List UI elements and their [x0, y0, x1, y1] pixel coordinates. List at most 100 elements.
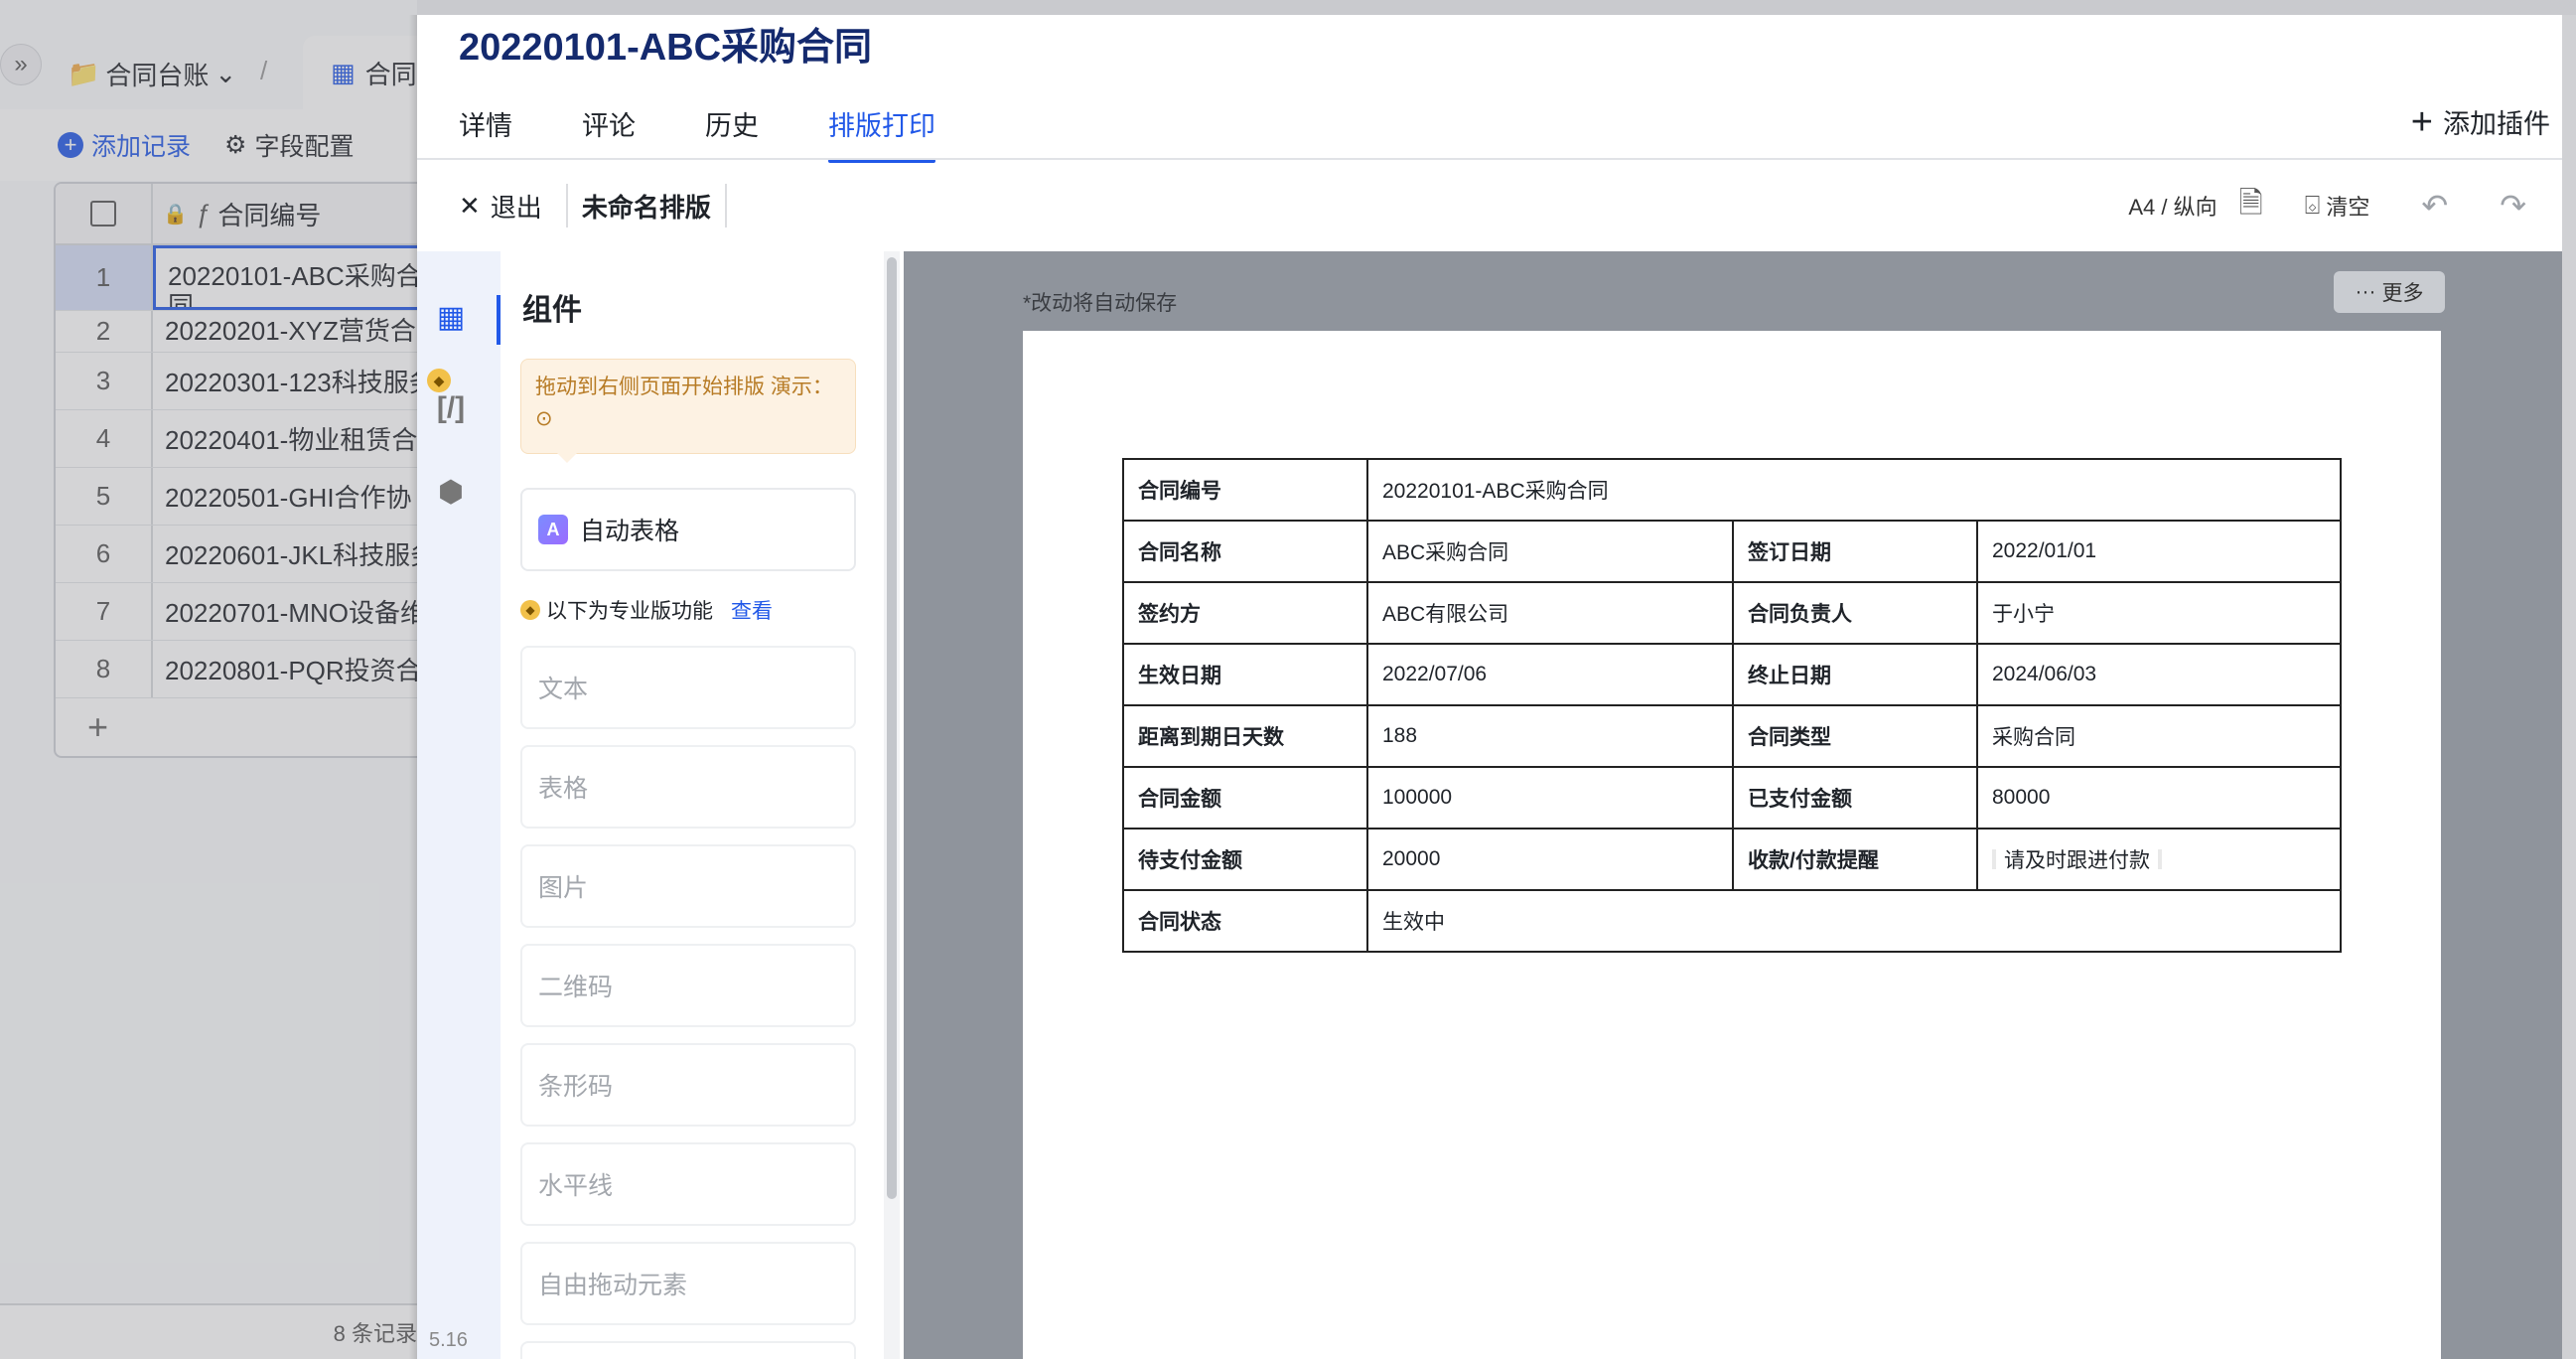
- more-label: 更多: [2381, 282, 2424, 305]
- version-label: 5.16: [429, 1329, 468, 1351]
- exit-label: 退出: [490, 192, 542, 223]
- components-scrollbar[interactable]: [884, 251, 900, 1359]
- pro-badge-icon: ◆: [520, 600, 540, 620]
- redo-icon[interactable]: ↷: [2500, 187, 2526, 225]
- component-free-drag[interactable]: 自由拖动元素: [520, 1242, 856, 1325]
- layout-toolbar: ✕ 退出 未命名排版 A4 / 纵向 🗎 ⌺ 清空 ↶ ↷: [417, 160, 2562, 251]
- table-row: 合同编号 20220101-ABC采购合同: [1122, 458, 2342, 522]
- drag-tip: 拖动到右侧页面开始排版 演示： ⊙: [520, 359, 856, 463]
- field-label: 合同编号: [1122, 458, 1368, 522]
- play-icon[interactable]: ⊙: [535, 407, 553, 430]
- contract-table[interactable]: 合同编号 20220101-ABC采购合同 合同名称 ABC采购合同 签订日期 …: [1122, 458, 2342, 953]
- plus-icon: +: [2410, 100, 2433, 143]
- field-value: ABC有限公司: [1366, 581, 1734, 645]
- paper-size-selector[interactable]: A4 / 纵向: [2128, 190, 2217, 222]
- toolbar-right: A4 / 纵向 🗎 ⌺ 清空 ↶ ↷: [2128, 160, 2526, 251]
- clear-button[interactable]: ⌺ 清空: [2305, 190, 2370, 222]
- tab-details[interactable]: 详情: [459, 92, 512, 163]
- field-label: 待支付金额: [1122, 828, 1368, 891]
- drag-tip-text: 拖动到右侧页面开始排版 演示：: [535, 376, 833, 398]
- field-label: 签约方: [1122, 581, 1368, 645]
- field-value: ABC采购合同: [1366, 520, 1734, 583]
- modal-shadow: [409, 15, 417, 1359]
- exit-button[interactable]: ✕ 退出: [459, 188, 542, 225]
- component-next[interactable]: [520, 1341, 856, 1359]
- modal-tabs: 详情 评论 历史 排版打印: [459, 92, 1005, 163]
- page-settings-icon[interactable]: 🗎: [2239, 181, 2263, 231]
- pro-notice: ◆ 以下为专业版功能 查看: [520, 595, 773, 625]
- modal-top-strip: [417, 0, 2576, 15]
- table-row: 合同名称 ABC采购合同 签订日期 2022/01/01: [1122, 520, 2342, 583]
- field-value: 100000: [1366, 766, 1734, 830]
- reminder-text: 请及时跟进付款: [2004, 848, 2150, 872]
- field-label: 合同名称: [1122, 520, 1368, 583]
- pro-view-link[interactable]: 查看: [731, 595, 773, 625]
- auto-table-component[interactable]: A 自动表格: [520, 488, 856, 571]
- field-label: 签订日期: [1732, 520, 1978, 583]
- field-value: 20220101-ABC采购合同: [1366, 458, 2342, 522]
- field-label: 距离到期日天数: [1122, 704, 1368, 768]
- clear-label: 清空: [2326, 195, 2370, 220]
- component-table[interactable]: 表格: [520, 745, 856, 829]
- field-label: 合同类型: [1732, 704, 1978, 768]
- reminder-tag: 请及时跟进付款: [1992, 844, 2162, 874]
- undo-icon[interactable]: ↶: [2421, 187, 2448, 225]
- field-label: 合同金额: [1122, 766, 1368, 830]
- print-page[interactable]: 合同编号 20220101-ABC采购合同 合同名称 ABC采购合同 签订日期 …: [1023, 331, 2441, 1359]
- more-button[interactable]: ··· 更多: [2334, 271, 2445, 313]
- variables-icon[interactable]: [/]: [431, 388, 471, 428]
- field-value: 20000: [1366, 828, 1734, 891]
- table-row: 生效日期 2022/07/06 终止日期 2024/06/03: [1122, 643, 2342, 706]
- field-value: 采购合同: [1976, 704, 2342, 768]
- autosave-note: *改动将自动保存: [1023, 292, 1178, 315]
- left-rail: ▦ ◆ [/] ⬢ 5.16: [417, 251, 501, 1359]
- table-row: 待支付金额 20000 收款/付款提醒 请及时跟进付款: [1122, 828, 2342, 891]
- table-row: 距离到期日天数 188 合同类型 采购合同: [1122, 704, 2342, 768]
- field-value: 2024/06/03: [1976, 643, 2342, 706]
- field-label: 终止日期: [1732, 643, 1978, 706]
- scrollbar-thumb[interactable]: [887, 257, 897, 1199]
- field-value: 于小宁: [1976, 581, 2342, 645]
- component-horizontal-line[interactable]: 水平线: [520, 1142, 856, 1226]
- reminder-marker: [2158, 848, 2162, 869]
- close-icon: ✕: [459, 190, 481, 221]
- component-text[interactable]: 文本: [520, 646, 856, 729]
- record-detail-modal: 20220101-ABC采购合同 详情 评论 历史 排版打印 + 添加插件 ✕ …: [417, 15, 2562, 1359]
- layout-name[interactable]: 未命名排版: [582, 188, 711, 225]
- table-row: 合同状态 生效中: [1122, 889, 2342, 953]
- field-label: 合同状态: [1122, 889, 1368, 953]
- field-label: 合同负责人: [1732, 581, 1978, 645]
- pro-notice-text: 以下为专业版功能: [546, 600, 713, 623]
- field-value: 80000: [1976, 766, 2342, 830]
- tab-comments[interactable]: 评论: [582, 92, 636, 163]
- field-value: 188: [1366, 704, 1734, 768]
- components-title: 组件: [522, 294, 582, 327]
- auto-table-icon: A: [538, 515, 568, 544]
- layout-canvas: *改动将自动保存 ··· 更多 合同编号 20220101-ABC采购合同 合同…: [904, 251, 2562, 1359]
- hexagon-icon[interactable]: ⬢: [431, 472, 471, 512]
- toolbar-separator: [724, 184, 727, 227]
- component-barcode[interactable]: 条形码: [520, 1043, 856, 1127]
- reminder-cell: 请及时跟进付款: [1976, 828, 2342, 891]
- field-label: 已支付金额: [1732, 766, 1978, 830]
- add-plugin-button[interactable]: + 添加插件: [2411, 102, 2550, 141]
- field-value: 2022/07/06: [1366, 643, 1734, 706]
- field-value: 生效中: [1366, 889, 2342, 953]
- add-plugin-label: 添加插件: [2443, 109, 2550, 139]
- table-row: 合同金额 100000 已支付金额 80000: [1122, 766, 2342, 830]
- ellipsis-icon: ···: [2355, 280, 2376, 303]
- toolbar-separator: [565, 184, 568, 227]
- component-qrcode[interactable]: 二维码: [520, 944, 856, 1027]
- field-label: 生效日期: [1122, 643, 1368, 706]
- components-icon[interactable]: ▦: [431, 297, 471, 337]
- tab-history[interactable]: 历史: [705, 92, 759, 163]
- component-image[interactable]: 图片: [520, 844, 856, 928]
- auto-table-label: 自动表格: [580, 518, 680, 545]
- field-label: 收款/付款提醒: [1732, 828, 1978, 891]
- reminder-marker: [1992, 848, 1996, 869]
- modal-title: 20220101-ABC采购合同: [459, 26, 873, 69]
- basket-icon: ⌺: [2304, 190, 2321, 220]
- tab-layout-print[interactable]: 排版打印: [828, 92, 935, 163]
- table-row: 签约方 ABC有限公司 合同负责人 于小宁: [1122, 581, 2342, 645]
- field-value: 2022/01/01: [1976, 520, 2342, 583]
